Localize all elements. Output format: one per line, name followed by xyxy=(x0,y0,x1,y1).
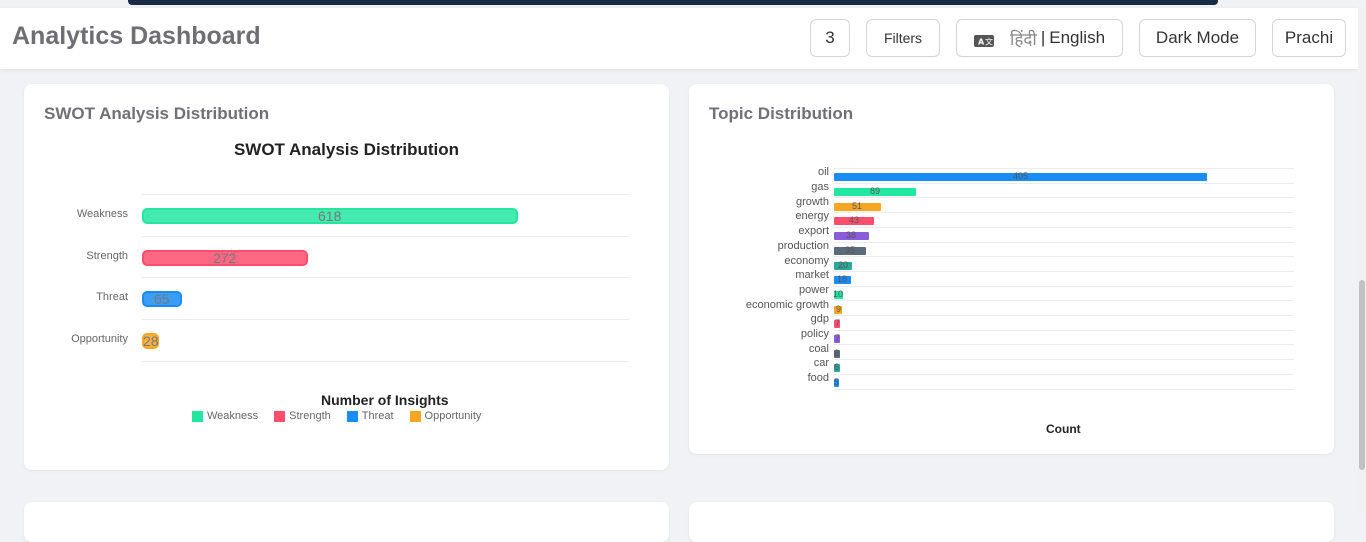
translate-icon: A文 xyxy=(973,32,994,47)
topic-gridline xyxy=(834,197,1294,198)
topic-gridline xyxy=(834,300,1294,301)
app-header: Analytics Dashboard 3 Filters A文 हिंदी |… xyxy=(0,8,1358,69)
count-badge-button[interactable]: 3 xyxy=(810,19,850,57)
topic-category-label-food: food xyxy=(807,372,829,384)
topic-value-label-policy: 7 xyxy=(835,333,841,343)
topic-category-label-growth: growth xyxy=(795,196,829,208)
swot-legend-item-opportunity[interactable]: Opportunity xyxy=(409,410,482,422)
page-title: Analytics Dashboard xyxy=(12,22,261,50)
topic-gridline xyxy=(834,389,1294,390)
swot-legend-swatch xyxy=(409,410,421,422)
svg-text:A: A xyxy=(978,38,985,47)
topic-gridline xyxy=(834,242,1294,243)
swot-legend-item-threat[interactable]: Threat xyxy=(346,410,394,422)
swot-legend-label: Threat xyxy=(361,410,394,422)
top-strip xyxy=(0,0,1366,8)
swot-card-title: SWOT Analysis Distribution xyxy=(44,104,270,123)
swot-category-label-threat: Threat xyxy=(96,291,128,303)
filters-button[interactable]: Filters xyxy=(866,19,940,57)
swot-category-label-opportunity: Opportunity xyxy=(71,333,128,345)
language-toggle-button[interactable]: A文 हिंदी | English xyxy=(956,19,1123,57)
topic-gridline xyxy=(834,286,1294,287)
topic-value-label-gdp: 7 xyxy=(835,318,841,328)
language-separator: | xyxy=(1040,28,1046,47)
topic-card-title: Topic Distribution xyxy=(709,104,854,123)
swot-legend-swatch xyxy=(274,410,286,422)
language-english: English xyxy=(1049,28,1106,47)
swot-value-label-strength: 272 xyxy=(213,250,237,266)
topic-value-label-car: 6 xyxy=(834,362,840,372)
topic-gridline xyxy=(834,330,1294,331)
bottom-left-card xyxy=(24,502,669,542)
topic-card: Topic Distribution oil 405 gas 89 growth 51 en… xyxy=(689,84,1334,454)
topic-value-label-energy: 43 xyxy=(849,215,860,225)
swot-legend-swatch xyxy=(192,410,203,422)
swot-legend-label: Strength xyxy=(289,410,331,422)
bottom-right-card xyxy=(689,502,1334,542)
topic-value-label-power: 10 xyxy=(833,289,844,299)
topic-gridline xyxy=(834,315,1294,316)
swot-card: SWOT Analysis Distribution SWOT Analysis… xyxy=(24,84,669,470)
topic-value-label-coal: 6 xyxy=(834,348,840,358)
swot-legend: Weakness Strength Threat Opportunity xyxy=(192,410,497,422)
dark-mode-button[interactable]: Dark Mode xyxy=(1139,19,1256,57)
swot-value-label-threat: 65 xyxy=(154,291,170,307)
svg-text:文: 文 xyxy=(985,37,993,47)
swot-category-label-weakness: Weakness xyxy=(76,208,128,220)
topic-value-label-economy: 20 xyxy=(838,260,849,270)
swot-chart-title: SWOT Analysis Distribution xyxy=(233,140,460,159)
swot-legend-item-strength[interactable]: Strength xyxy=(274,410,331,422)
swot-legend-label: Opportunity xyxy=(424,410,482,422)
swot-gridline xyxy=(142,194,629,195)
swot-x-axis-title: Number of Insights xyxy=(321,392,449,408)
language-hindi: हिंदी xyxy=(1009,29,1037,49)
topic-value-label-growth: 51 xyxy=(852,201,863,211)
topic-value-label-oil: 405 xyxy=(1013,171,1029,181)
topic-category-label-coal: coal xyxy=(808,343,829,355)
topic-gridline xyxy=(834,256,1294,257)
topic-gridline xyxy=(834,212,1294,213)
topic-gridline xyxy=(834,374,1294,375)
topic-value-label-export: 38 xyxy=(846,230,857,240)
topic-category-label-oil: oil xyxy=(817,166,829,178)
topic-gridline xyxy=(834,183,1294,184)
topic-gridline xyxy=(834,344,1294,345)
page-scrollbar[interactable] xyxy=(1358,8,1366,512)
swot-value-label-opportunity: 28 xyxy=(143,333,159,349)
swot-legend-label: Weakness xyxy=(207,410,259,422)
scrollbar-thumb[interactable] xyxy=(1359,280,1365,470)
topic-category-label-market: market xyxy=(795,269,829,281)
swot-gridline xyxy=(142,277,629,278)
top-accent-bar xyxy=(128,0,1218,5)
topic-category-label-power: power xyxy=(799,284,829,296)
topic-value-label-gas: 89 xyxy=(870,186,881,196)
swot-category-label-strength: Strength xyxy=(86,250,128,262)
topic-x-axis-title: Count xyxy=(1046,422,1081,436)
user-menu-button[interactable]: Prachi xyxy=(1272,19,1346,57)
swot-value-label-weakness: 618 xyxy=(318,208,342,224)
topic-category-label-economic-growth: economic growth xyxy=(745,299,829,311)
topic-category-label-policy: policy xyxy=(800,328,829,340)
topic-gridline xyxy=(834,168,1294,169)
swot-gridline xyxy=(142,319,629,320)
swot-gridline xyxy=(142,361,629,362)
topic-category-label-energy: energy xyxy=(795,210,829,222)
swot-legend-swatch xyxy=(346,410,358,422)
topic-value-label-economic-growth: 9 xyxy=(836,304,842,314)
topic-gridline xyxy=(834,227,1294,228)
topic-category-label-export: export xyxy=(798,225,829,237)
topic-gridline xyxy=(834,359,1294,360)
swot-legend-item-weakness[interactable]: Weakness xyxy=(192,410,258,422)
swot-gridline xyxy=(142,236,629,237)
topic-category-label-economy: economy xyxy=(784,255,829,267)
topic-gridline xyxy=(834,271,1294,272)
topic-value-label-market: 18 xyxy=(837,274,848,284)
topic-value-label-food: 5 xyxy=(834,377,840,387)
topic-category-label-gdp: gdp xyxy=(810,313,829,325)
topic-category-label-car: car xyxy=(813,357,829,369)
topic-category-label-gas: gas xyxy=(811,181,829,193)
topic-value-label-production: 35 xyxy=(845,245,856,255)
topic-category-label-production: production xyxy=(777,240,829,252)
